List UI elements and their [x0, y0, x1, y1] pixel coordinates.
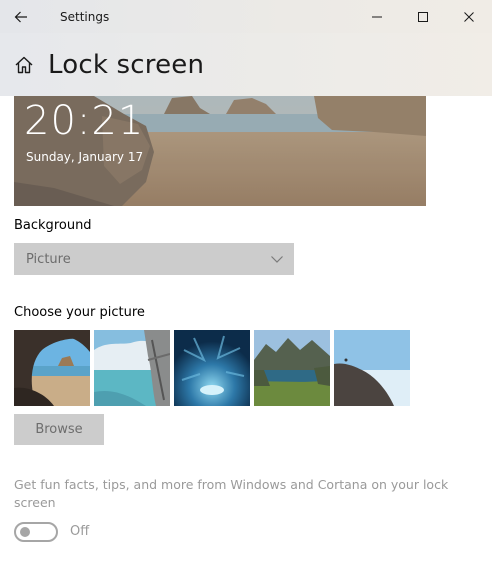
- maximize-button[interactable]: [400, 0, 446, 33]
- home-icon: [15, 56, 33, 73]
- rocky-shore-image: [334, 330, 410, 406]
- minimize-icon: [372, 16, 382, 17]
- tips-toggle[interactable]: [14, 522, 58, 542]
- cave-beach-image: [14, 330, 90, 406]
- background-label: Background: [14, 218, 92, 233]
- chevron-down-icon: [271, 256, 283, 263]
- home-button[interactable]: [12, 53, 36, 77]
- thumbnail-cave-beach[interactable]: [14, 330, 90, 406]
- page-header: Lock screen: [0, 33, 492, 96]
- lock-screen-preview: 20:21 Sunday, January 17: [14, 96, 426, 206]
- close-icon: [464, 11, 474, 22]
- background-dropdown-value: Picture: [26, 251, 71, 267]
- tips-description: Get fun facts, tips, and more from Windo…: [14, 477, 449, 510]
- window-controls: [354, 0, 492, 33]
- browse-button[interactable]: Browse: [14, 414, 104, 445]
- thumbnail-mountain-lake[interactable]: [254, 330, 330, 406]
- thumbnail-rocky-shore[interactable]: [334, 330, 410, 406]
- preview-time: 20:21: [24, 98, 145, 144]
- choose-picture-label: Choose your picture: [14, 305, 145, 320]
- window-title: Settings: [60, 9, 110, 24]
- toggle-state-label: Off: [70, 524, 90, 539]
- back-button[interactable]: [0, 0, 42, 33]
- minimize-button[interactable]: [354, 0, 400, 33]
- ice-cave-image: [174, 330, 250, 406]
- toggle-knob: [20, 527, 30, 537]
- maximize-icon: [418, 11, 428, 22]
- thumbnail-sea-cliff[interactable]: [94, 330, 170, 406]
- preview-date: Sunday, January 17: [26, 150, 144, 164]
- mountain-lake-image: [254, 330, 330, 406]
- settings-window: Settings Lock screen 20:21 Sunday, Janua…: [0, 0, 492, 562]
- background-dropdown[interactable]: Picture: [14, 243, 294, 275]
- thumbnail-ice-cave[interactable]: [174, 330, 250, 406]
- title-bar: Settings: [0, 0, 492, 33]
- picture-thumbnails: [14, 330, 410, 406]
- page-title: Lock screen: [48, 49, 205, 80]
- close-button[interactable]: [446, 0, 492, 33]
- sea-cliff-image: [94, 330, 170, 406]
- back-arrow-icon: [14, 11, 27, 22]
